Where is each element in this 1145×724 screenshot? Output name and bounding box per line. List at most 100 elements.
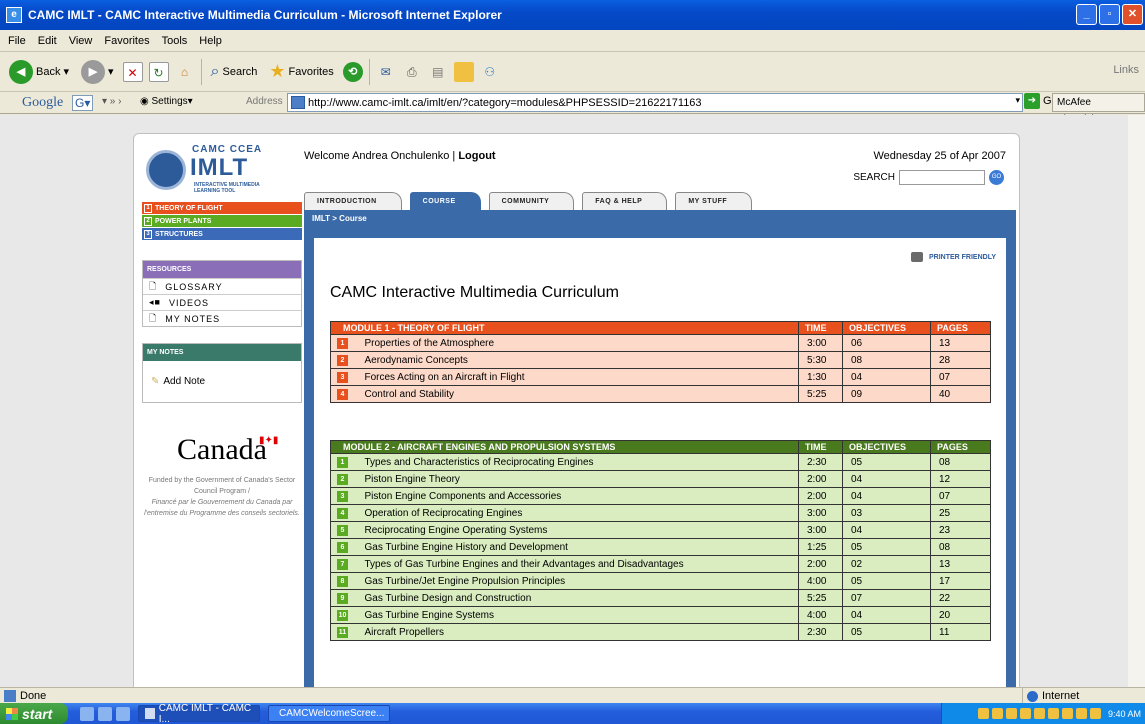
nav-power-plants[interactable]: 2 POWER PLANTS: [142, 215, 302, 227]
imlt-logo[interactable]: CAMC CCEA IMLT INTERACTIVE MULTIMEDIA LE…: [142, 142, 302, 202]
history-icon[interactable]: ⟲: [342, 61, 363, 82]
tab-faq-help[interactable]: FAQ & HELP: [582, 192, 668, 210]
breadcrumb[interactable]: IMLT > Course: [312, 214, 367, 223]
back-button[interactable]: ◀ Back ▾: [6, 58, 72, 86]
resource-videos[interactable]: ◂■ VIDEOS: [143, 294, 301, 310]
tab-course[interactable]: COURSE: [409, 192, 481, 210]
lesson-title[interactable]: Gas Turbine Engine Systems: [360, 606, 799, 624]
lesson-row[interactable]: 8 Gas Turbine/Jet Engine Propulsion Princ…: [330, 572, 991, 590]
maximize-button[interactable]: ▫: [1099, 4, 1120, 25]
menu-edit[interactable]: Edit: [38, 35, 57, 47]
home-icon[interactable]: ⌂: [175, 62, 195, 82]
lesson-title[interactable]: Piston Engine Theory: [360, 470, 799, 488]
lesson-row[interactable]: 2 Aerodynamic Concepts 5:30 08 28: [330, 351, 991, 369]
lesson-title[interactable]: Piston Engine Components and Accessories: [360, 487, 799, 505]
forward-button[interactable]: ▶ ▾: [78, 58, 117, 86]
tray-icon[interactable]: [1089, 708, 1101, 719]
tray-icon[interactable]: [991, 708, 1003, 719]
lesson-title[interactable]: Gas Turbine Engine History and Developme…: [360, 538, 799, 556]
links-label[interactable]: Links: [1113, 64, 1139, 76]
menu-help[interactable]: Help: [199, 35, 222, 47]
module-1-table: MODULE 1 - THEORY OF FLIGHT TIME OBJECTI…: [330, 321, 991, 403]
search-button[interactable]: ⌕ Search: [208, 58, 261, 86]
lesson-row[interactable]: 9 Gas Turbine Design and Construction 5:25…: [330, 589, 991, 607]
tray-icon[interactable]: [1033, 708, 1045, 719]
lesson-row[interactable]: 5 Reciprocating Engine Operating Systems 3…: [330, 521, 991, 539]
quick-launch-icon[interactable]: [98, 706, 112, 721]
tray-icon[interactable]: [1061, 708, 1073, 719]
settings-button[interactable]: ◉ Settings▾: [140, 96, 193, 107]
tab-introduction[interactable]: INTRODUCTION: [304, 192, 402, 210]
nav-structures[interactable]: 3 STRUCTURES: [142, 228, 302, 240]
nav-theory-of-flight[interactable]: 1 THEORY OF FLIGHT: [142, 202, 302, 214]
add-note-link[interactable]: ✎ Add Note: [143, 361, 301, 402]
tray-icon[interactable]: [1019, 708, 1031, 719]
mail-icon[interactable]: ✉: [376, 62, 396, 82]
lesson-title[interactable]: Aerodynamic Concepts: [360, 351, 799, 369]
lesson-title[interactable]: Properties of the Atmosphere: [360, 334, 799, 352]
lesson-title[interactable]: Gas Turbine/Jet Engine Propulsion Princi…: [360, 572, 799, 590]
menu-favorites[interactable]: Favorites: [104, 35, 149, 47]
lesson-row[interactable]: 1 Properties of the Atmosphere 3:00 06 13: [330, 334, 991, 352]
lesson-row[interactable]: 10 Gas Turbine Engine Systems 4:00 04 20: [330, 606, 991, 624]
lesson-title[interactable]: Aircraft Propellers: [360, 623, 799, 641]
resources-heading: RESOURCES: [143, 261, 301, 278]
address-input[interactable]: http://www.camc-imlt.ca/imlt/en/?categor…: [287, 93, 1023, 112]
tray-icon[interactable]: [977, 708, 989, 719]
tab-my-stuff[interactable]: MY STUFF: [675, 192, 753, 210]
lesson-title[interactable]: Forces Acting on an Aircraft in Flight: [360, 368, 799, 386]
mcafee-button[interactable]: McAfee SiteAdvisor: [1052, 93, 1145, 125]
lesson-row[interactable]: 6 Gas Turbine Engine History and Developm…: [330, 538, 991, 556]
quick-launch-icon[interactable]: [116, 706, 130, 721]
lesson-row[interactable]: 1 Types and Characteristics of Reciprocat…: [330, 453, 991, 471]
menu-file[interactable]: File: [8, 35, 26, 47]
lesson-pages: 12: [930, 470, 991, 488]
vertical-scrollbar[interactable]: [1128, 115, 1145, 687]
lesson-row[interactable]: 4 Operation of Reciprocating Engines 3:00 0…: [330, 504, 991, 522]
lesson-row[interactable]: 3 Forces Acting on an Aircraft in Flight 1…: [330, 368, 991, 386]
taskbar-item-screen[interactable]: CAMCWelcomeScree...: [268, 705, 390, 722]
close-button[interactable]: ✕: [1122, 4, 1143, 25]
tray-icon[interactable]: [1005, 708, 1017, 719]
logout-link[interactable]: Logout: [458, 150, 495, 162]
print-icon[interactable]: ⎙: [402, 62, 422, 82]
stop-icon[interactable]: ✕: [122, 61, 143, 82]
site-search-input[interactable]: [899, 170, 985, 185]
folder-icon[interactable]: [453, 61, 474, 82]
lesson-objectives: 05: [842, 538, 931, 556]
lesson-title[interactable]: Control and Stability: [360, 385, 799, 403]
lesson-row[interactable]: 2 Piston Engine Theory 2:00 04 12: [330, 470, 991, 488]
quick-launch-icon[interactable]: [80, 706, 94, 721]
google-g-button[interactable]: G▾: [72, 95, 94, 111]
start-button[interactable]: start: [0, 703, 68, 724]
messenger-icon[interactable]: ⚇: [480, 62, 500, 82]
taskbar-item-ie[interactable]: CAMC IMLT - CAMC I...: [138, 703, 260, 724]
lesson-row[interactable]: 11 Aircraft Propellers 2:30 05 11: [330, 623, 991, 641]
module-2-title[interactable]: MODULE 2 - AIRCRAFT ENGINES AND PROPULSI…: [330, 440, 799, 454]
edit-icon[interactable]: ▤: [428, 62, 448, 82]
lesson-row[interactable]: 7 Types of Gas Turbine Engines and their …: [330, 555, 991, 573]
tray-icon[interactable]: [1075, 708, 1087, 719]
lesson-row[interactable]: 4 Control and Stability 5:25 09 40: [330, 385, 991, 403]
menu-view[interactable]: View: [69, 35, 93, 47]
address-dropdown-icon[interactable]: ▾: [1015, 95, 1020, 106]
lesson-row[interactable]: 3 Piston Engine Components and Accessorie…: [330, 487, 991, 505]
menu-tools[interactable]: Tools: [162, 35, 188, 47]
module-1-title[interactable]: MODULE 1 - THEORY OF FLIGHT: [330, 321, 799, 335]
lesson-title[interactable]: Types and Characteristics of Reciprocati…: [360, 453, 799, 471]
lesson-objectives: 05: [842, 623, 931, 641]
minimize-button[interactable]: _: [1076, 4, 1097, 25]
tab-community[interactable]: COMMUNITY: [488, 192, 575, 210]
lesson-title[interactable]: Operation of Reciprocating Engines: [360, 504, 799, 522]
resource-glossary[interactable]: 🗋 GLOSSARY: [143, 278, 301, 294]
lesson-title[interactable]: Reciprocating Engine Operating Systems: [360, 521, 799, 539]
refresh-icon[interactable]: ↻: [148, 61, 169, 82]
toolbar-overflow[interactable]: ▾ » ›: [102, 96, 121, 107]
search-go-button[interactable]: GO: [989, 170, 1004, 185]
lesson-title[interactable]: Gas Turbine Design and Construction: [360, 589, 799, 607]
resource-my-notes[interactable]: 🗋 MY NOTES: [143, 310, 301, 326]
printer-friendly-link[interactable]: PRINTER FRIENDLY: [910, 252, 996, 262]
lesson-title[interactable]: Types of Gas Turbine Engines and their A…: [360, 555, 799, 573]
tray-icon[interactable]: [1047, 708, 1059, 719]
favorites-button[interactable]: ★ Favorites: [266, 58, 336, 86]
